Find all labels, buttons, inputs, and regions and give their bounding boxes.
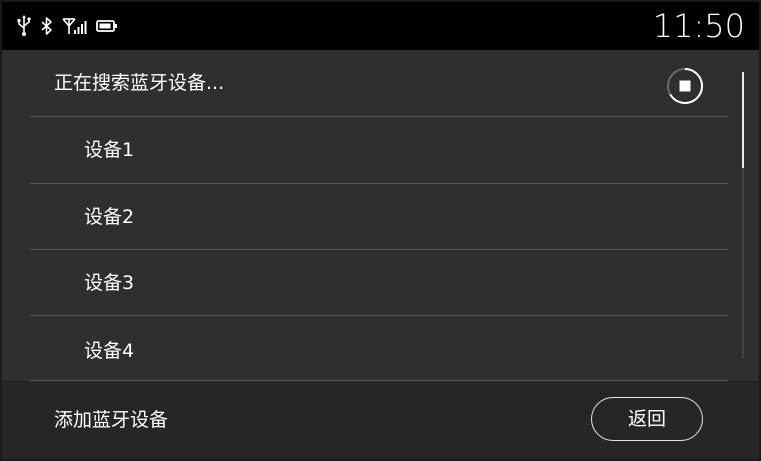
search-status-row: 正在搜索蓝牙设备... (2, 50, 759, 116)
status-bar: 11:50 (2, 2, 759, 50)
device-list: 正在搜索蓝牙设备... 设备1 设备2 设备3 设备4 (2, 50, 759, 381)
clock: 11:50 (652, 7, 745, 45)
stop-search-button[interactable] (666, 67, 704, 105)
bluetooth-search-screen: 11:50 正在搜索蓝牙设备... 设备1 设备2 设备3 设备4 添加蓝牙设备… (0, 0, 761, 461)
search-status-text: 正在搜索蓝牙设备... (54, 72, 225, 94)
list-item-device-2[interactable]: 设备2 (2, 184, 732, 250)
list-item-device-4[interactable]: 设备4 (2, 318, 732, 384)
divider (30, 315, 728, 316)
back-button[interactable]: 返回 (591, 397, 703, 441)
status-icons (16, 14, 118, 38)
add-bluetooth-device-link[interactable]: 添加蓝牙设备 (54, 407, 168, 433)
device-label: 设备1 (84, 139, 135, 161)
scrollbar-thumb[interactable] (742, 72, 744, 168)
bottom-bar: 添加蓝牙设备 返回 (2, 381, 759, 459)
device-label: 设备3 (84, 272, 135, 294)
bluetooth-icon (40, 15, 54, 37)
usb-icon (16, 15, 32, 37)
stop-icon (667, 68, 704, 104)
list-item-device-1[interactable]: 设备1 (2, 117, 732, 183)
device-label: 设备2 (84, 206, 135, 228)
signal-icon (62, 15, 88, 37)
list-item-device-3[interactable]: 设备3 (2, 250, 732, 316)
battery-icon (96, 15, 118, 37)
device-label: 设备4 (84, 340, 135, 362)
